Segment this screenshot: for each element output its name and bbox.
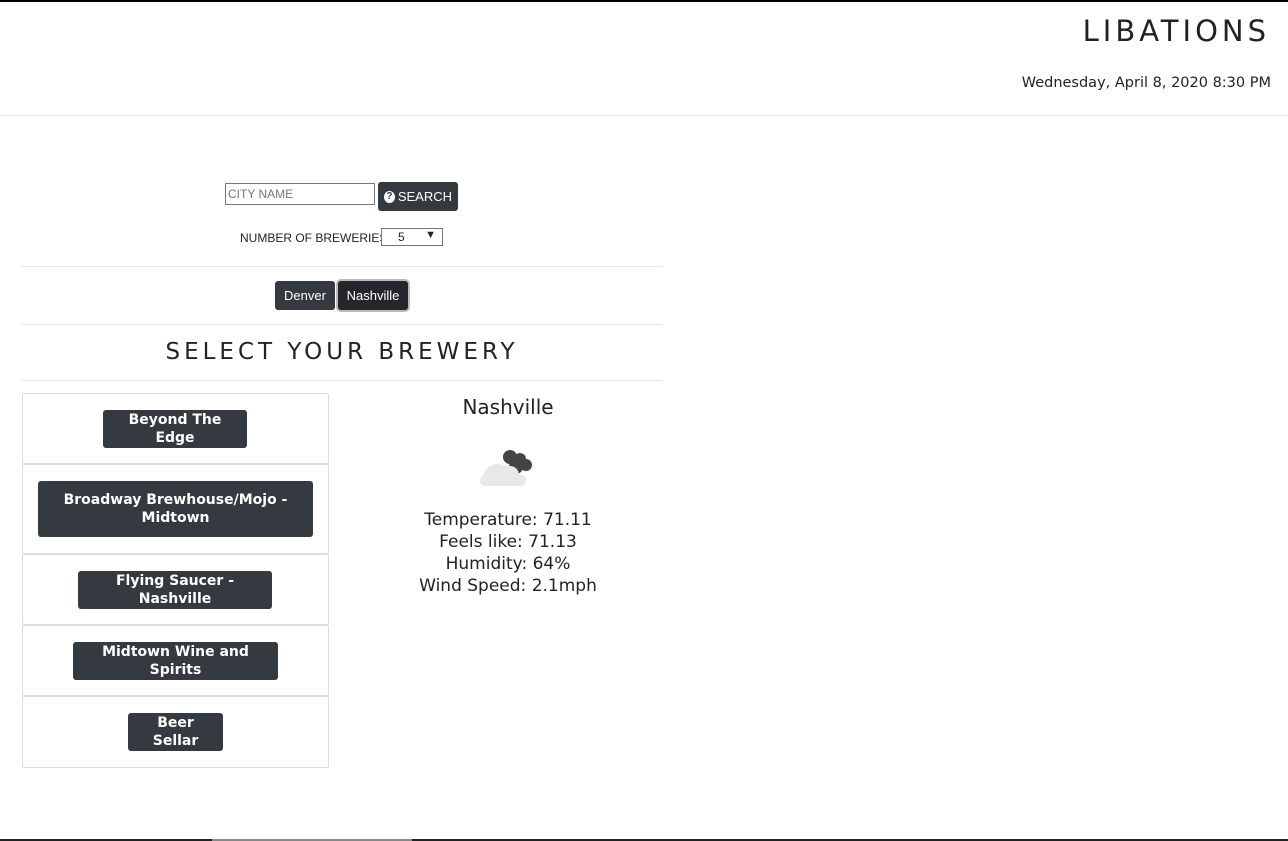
weather-wind-speed: Wind Speed: 2.1mph [419, 576, 597, 596]
divider [22, 266, 662, 267]
brewery-card: Broadway Brewhouse/Mojo - Midtown [22, 464, 329, 554]
brewery-count-select[interactable]: 5 ▼ [381, 228, 443, 246]
app-title: LIBATIONS [1082, 14, 1270, 48]
city-button-denver[interactable]: Denver [275, 281, 335, 310]
city-search-input[interactable] [225, 183, 375, 205]
brewery-button[interactable]: Beer Sellar [128, 713, 223, 751]
brewery-card: Flying Saucer - Nashville [22, 554, 329, 625]
weather-feels-like: Feels like: 71.13 [439, 532, 577, 552]
page-header: LIBATIONS Wednesday, April 8, 2020 8:30 … [0, 2, 1288, 116]
city-button-nashville[interactable]: Nashville [338, 281, 408, 310]
brewery-count-label: NUMBER OF BREWERIES: [240, 231, 391, 245]
divider [22, 380, 662, 381]
dropdown-arrow-icon: ▼ [425, 229, 436, 241]
weather-temperature: Temperature: 71.11 [424, 510, 592, 530]
brewery-button[interactable]: Midtown Wine and Spirits [73, 642, 278, 680]
cloudy-icon [480, 450, 532, 486]
brewery-card: Beyond The Edge [22, 393, 329, 464]
section-title: SELECT YOUR BREWERY [165, 339, 519, 365]
weather-city: Nashville [462, 395, 554, 419]
brewery-card: Beer Sellar [22, 696, 329, 768]
brewery-count-value: 5 [398, 230, 405, 244]
brewery-button[interactable]: Flying Saucer - Nashville [78, 571, 272, 609]
weather-humidity: Humidity: 64% [445, 554, 571, 574]
brewery-card: Midtown Wine and Spirits [22, 625, 329, 696]
search-button-label: SEARCH [397, 189, 452, 204]
current-datetime: Wednesday, April 8, 2020 8:30 PM [1021, 75, 1271, 91]
brewery-button[interactable]: Broadway Brewhouse/Mojo - Midtown [38, 481, 313, 537]
search-button[interactable]: ? SEARCH [378, 182, 458, 211]
question-circle-icon: ? [384, 190, 395, 203]
weather-details: Temperature: 71.11 Feels like: 71.13 Hum… [358, 509, 658, 597]
brewery-button[interactable]: Beyond The Edge [103, 410, 247, 448]
divider [22, 324, 662, 325]
